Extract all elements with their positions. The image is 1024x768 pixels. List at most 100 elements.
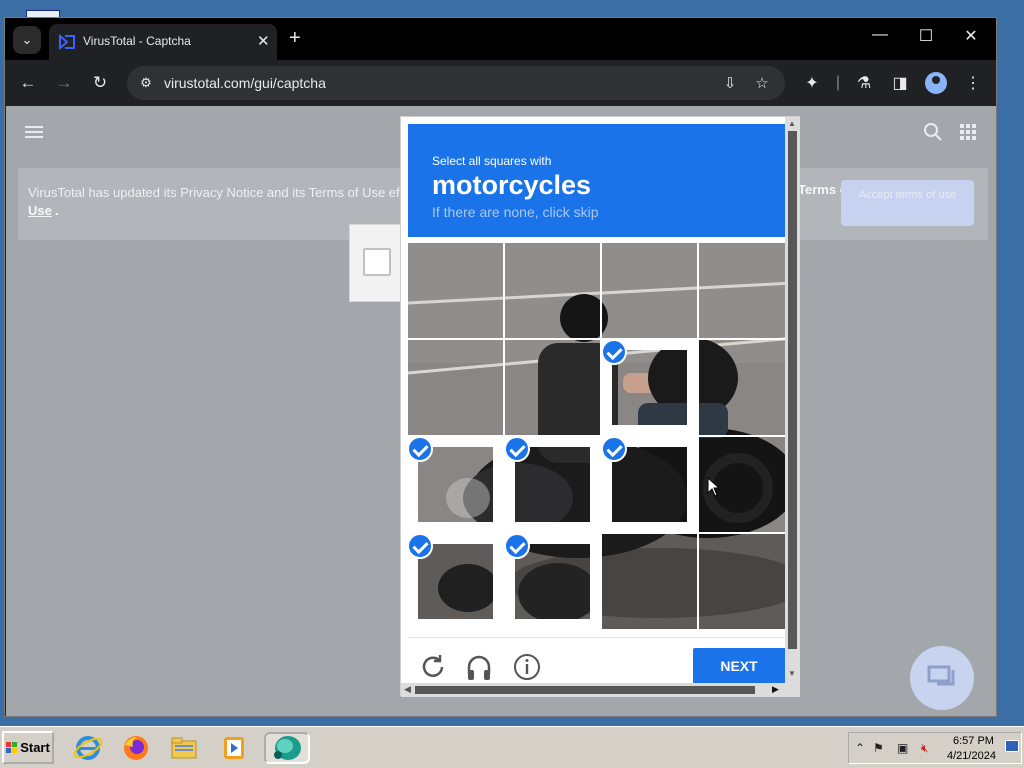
extensions-icon[interactable]: ✦ <box>799 70 825 96</box>
horizontal-scroll-thumb[interactable] <box>415 686 755 694</box>
show-hidden-icons-icon[interactable]: ⌃ <box>855 741 865 755</box>
challenge-target: motorcycles <box>432 170 592 200</box>
tab-close-icon[interactable]: ✕ <box>257 32 270 50</box>
tile-image <box>602 243 697 338</box>
url-text[interactable]: virustotal.com/gui/captcha <box>164 75 326 91</box>
install-app-icon[interactable]: ⇩ <box>719 72 741 94</box>
captcha-tile[interactable] <box>408 534 503 629</box>
mouse-cursor-icon <box>707 477 721 497</box>
scroll-down-arrow-icon[interactable]: ▼ <box>788 669 796 678</box>
action-center-flag-icon[interactable]: ⚑ <box>873 741 884 755</box>
network-icon[interactable]: ▣ <box>897 741 908 755</box>
captcha-tile[interactable] <box>602 243 697 338</box>
address-bar[interactable]: ⚙ virustotal.com/gui/captcha ⇩ ☆ <box>127 66 785 100</box>
side-panel-icon[interactable]: ◨ <box>887 70 913 96</box>
bookmark-star-icon[interactable]: ☆ <box>751 72 773 94</box>
captcha-tile[interactable] <box>408 340 503 435</box>
windows-logo-icon <box>6 741 18 754</box>
tile-image <box>418 544 493 619</box>
chat-icon <box>927 665 955 686</box>
tab-title: VirusTotal - Captcha <box>83 34 191 48</box>
captcha-tile[interactable] <box>699 534 794 629</box>
captcha-tile[interactable] <box>505 534 600 629</box>
profile-avatar[interactable] <box>925 72 947 94</box>
tile-image <box>515 447 590 522</box>
challenge-instruction: Select all squares with <box>432 154 552 168</box>
tab-search-button[interactable]: ⌄ <box>13 26 41 54</box>
more-menu-icon[interactable]: ⋮ <box>960 70 986 96</box>
captcha-tile[interactable] <box>408 243 503 338</box>
clock-date[interactable]: 4/21/2024 <box>947 750 996 762</box>
captcha-tile[interactable] <box>408 437 503 532</box>
active-app-icon[interactable] <box>264 732 310 764</box>
tile-image <box>699 534 794 629</box>
tab-bar: ⌄ VirusTotal - Captcha ✕ + — ☐ ✕ <box>5 18 996 60</box>
scroll-left-arrow-icon[interactable]: ◀ <box>404 684 411 695</box>
taskbar: Start ⌃ ⚑ ▣ 🔇︎ 6:57 PM 4/21/2024 <box>0 726 1024 768</box>
captcha-tile[interactable] <box>602 340 697 435</box>
captcha-challenge: Select all squares with motorcycles If t… <box>400 116 800 697</box>
toolbar-divider: | <box>835 74 841 91</box>
scroll-up-arrow-icon[interactable]: ▲ <box>788 119 796 128</box>
tile-image <box>505 243 600 338</box>
captcha-tile[interactable] <box>505 437 600 532</box>
start-label: Start <box>20 740 50 755</box>
labs-flask-icon[interactable]: ⚗ <box>851 70 877 96</box>
tab-virustotal[interactable]: VirusTotal - Captcha ✕ <box>49 24 277 60</box>
tile-image <box>602 534 697 629</box>
system-tray: ⌃ ⚑ ▣ 🔇︎ 6:57 PM 4/21/2024 <box>848 732 1022 764</box>
next-button[interactable]: NEXT <box>693 648 785 684</box>
tile-image <box>515 544 590 619</box>
close-window-button[interactable]: ✕ <box>956 26 986 46</box>
tile-image <box>699 243 794 338</box>
hamburger-menu-icon[interactable] <box>25 126 43 140</box>
audio-challenge-headphones-icon[interactable] <box>464 652 494 682</box>
vertical-scrollbar[interactable]: ▲ ▼ <box>785 117 800 683</box>
captcha-tile[interactable] <box>602 534 697 629</box>
browser-toolbar: ← → ↻ ⚙ virustotal.com/gui/captcha ⇩ ☆ ✦… <box>5 60 996 106</box>
tile-image <box>505 340 600 435</box>
tile-image <box>612 447 687 522</box>
recaptcha-checkbox[interactable] <box>363 248 391 276</box>
show-desktop-icon[interactable] <box>1005 740 1019 752</box>
file-explorer-icon[interactable] <box>168 732 200 764</box>
captcha-tile[interactable] <box>505 243 600 338</box>
new-tab-button[interactable]: + <box>289 27 301 50</box>
challenge-footer: NEXT <box>408 637 785 684</box>
captcha-tile[interactable] <box>699 243 794 338</box>
horizontal-scrollbar[interactable]: ◀ ▶ <box>401 683 785 697</box>
scrollbar-corner <box>785 683 800 697</box>
site-info-icon[interactable]: ⚙ <box>137 74 155 92</box>
info-icon[interactable] <box>512 652 542 682</box>
media-player-icon[interactable] <box>218 732 250 764</box>
maximize-button[interactable]: ☐ <box>911 26 941 46</box>
tile-image <box>612 350 687 425</box>
reload-button[interactable]: ↻ <box>87 70 113 96</box>
vertical-scroll-thumb[interactable] <box>788 131 797 649</box>
forward-button[interactable]: → <box>51 70 77 96</box>
minimize-button[interactable]: — <box>865 26 895 44</box>
volume-muted-icon[interactable]: 🔇︎ <box>921 741 929 756</box>
notice-suffix: . <box>55 203 59 218</box>
terms-link-continued[interactable]: Use <box>28 203 52 218</box>
scroll-right-arrow-icon[interactable]: ▶ <box>772 684 779 695</box>
search-icon[interactable] <box>923 122 943 142</box>
internet-explorer-icon[interactable] <box>72 732 104 764</box>
captcha-tile[interactable] <box>602 437 697 532</box>
captcha-tile[interactable] <box>505 340 600 435</box>
chevron-down-icon: ⌄ <box>21 32 33 47</box>
chat-button[interactable] <box>910 646 974 710</box>
accept-terms-button[interactable]: Accept terms of use <box>841 180 974 226</box>
captcha-tile[interactable] <box>699 340 794 435</box>
tile-image <box>418 447 493 522</box>
challenge-hint: If there are none, click skip <box>432 204 599 220</box>
reload-challenge-icon[interactable] <box>418 652 448 682</box>
challenge-header: Select all squares with motorcycles If t… <box>408 124 785 237</box>
apps-grid-icon[interactable] <box>960 124 976 140</box>
clock-time[interactable]: 6:57 PM <box>953 735 994 747</box>
tile-image <box>408 340 503 435</box>
back-button[interactable]: ← <box>15 70 41 96</box>
start-button[interactable]: Start <box>2 731 54 764</box>
virustotal-logo-icon <box>59 34 75 50</box>
firefox-icon[interactable] <box>120 732 152 764</box>
